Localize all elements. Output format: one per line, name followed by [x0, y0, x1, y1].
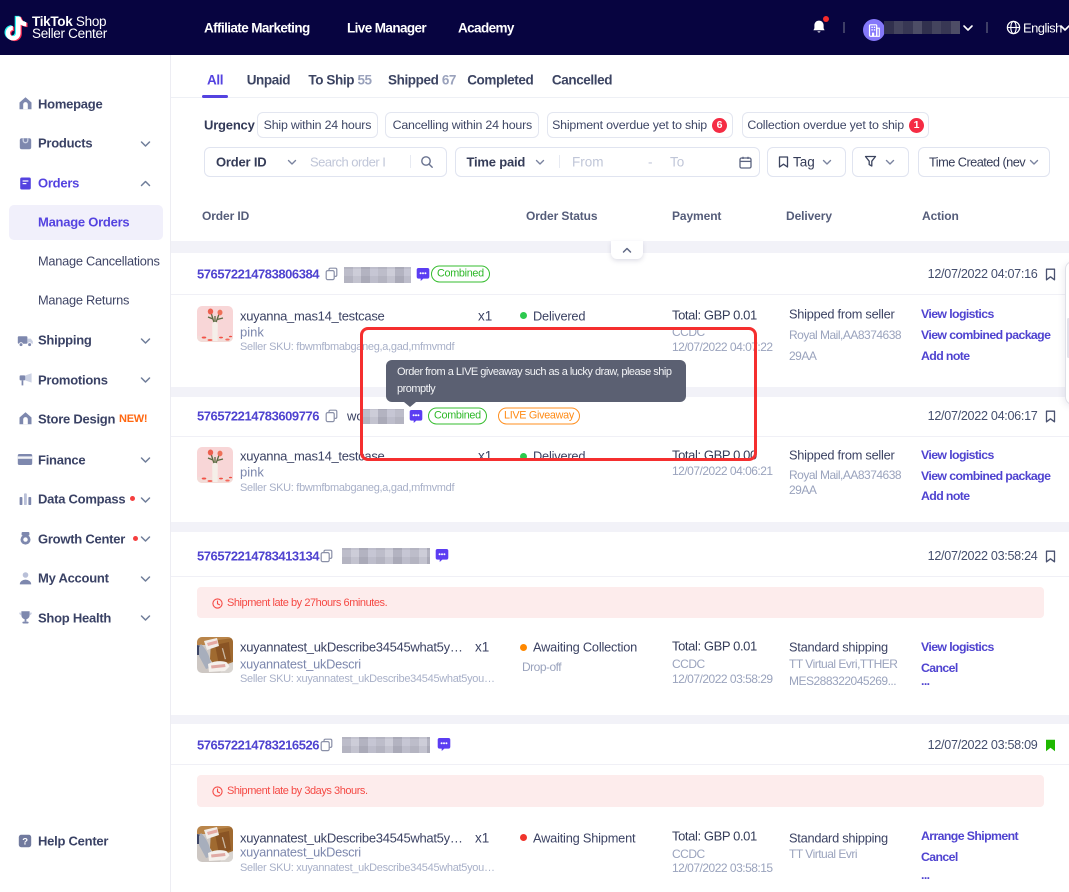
svg-text:?: ? — [22, 836, 28, 847]
